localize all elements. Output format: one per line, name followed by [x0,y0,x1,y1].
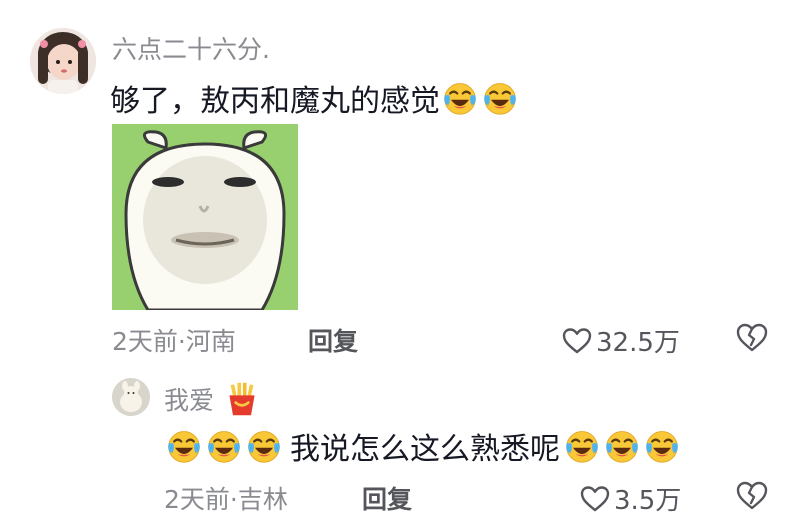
avatar-photo [112,378,150,416]
reply-text-row: 我说怎么这么熟悉呢 [164,424,682,468]
commenter-avatar[interactable] [30,28,96,94]
crying-laughing-emoji-icon [246,428,282,464]
heart-icon [562,327,592,353]
reply-button[interactable]: 回复 [308,322,358,358]
like-count: 32.5万 [596,328,680,358]
dislike-button[interactable] [735,322,769,354]
comment-sticker-image[interactable] [112,124,298,310]
crying-laughing-emoji-icon [482,80,518,116]
crying-laughing-emoji-icon [604,428,640,464]
reply-button[interactable]: 回复 [362,480,412,516]
broken-heart-icon [736,323,768,352]
replier-avatar[interactable] [112,378,150,416]
comment-text-row: 够了，敖丙和魔丸的感觉 [110,76,520,120]
crying-laughing-emoji-icon [206,428,242,464]
crying-laughing-emoji-icon [644,428,680,464]
replier-username-row[interactable]: 我爱 [164,381,262,417]
reply-time-location: 2天前·吉林 [164,485,288,514]
dislike-button[interactable] [735,480,769,512]
like-count: 3.5万 [614,486,682,516]
sticker-drawing [112,124,298,310]
comment-text: 够了，敖丙和魔丸的感觉 [110,84,440,119]
like-button[interactable]: 32.5万 [562,322,680,359]
heart-icon [580,485,610,511]
crying-laughing-emoji-icon [166,428,202,464]
commenter-username[interactable]: 六点二十六分. [112,30,270,66]
avatar-photo [30,28,96,94]
reply-text: 我说怎么这么熟悉呢 [290,432,560,467]
fries-emoji-icon [224,381,260,417]
like-button[interactable]: 3.5万 [580,480,681,517]
comment-time-location: 2天前·河南 [112,327,236,356]
crying-laughing-emoji-icon [442,80,478,116]
broken-heart-icon [736,481,768,510]
replier-username: 我爱 [164,386,215,415]
crying-laughing-emoji-icon [564,428,600,464]
